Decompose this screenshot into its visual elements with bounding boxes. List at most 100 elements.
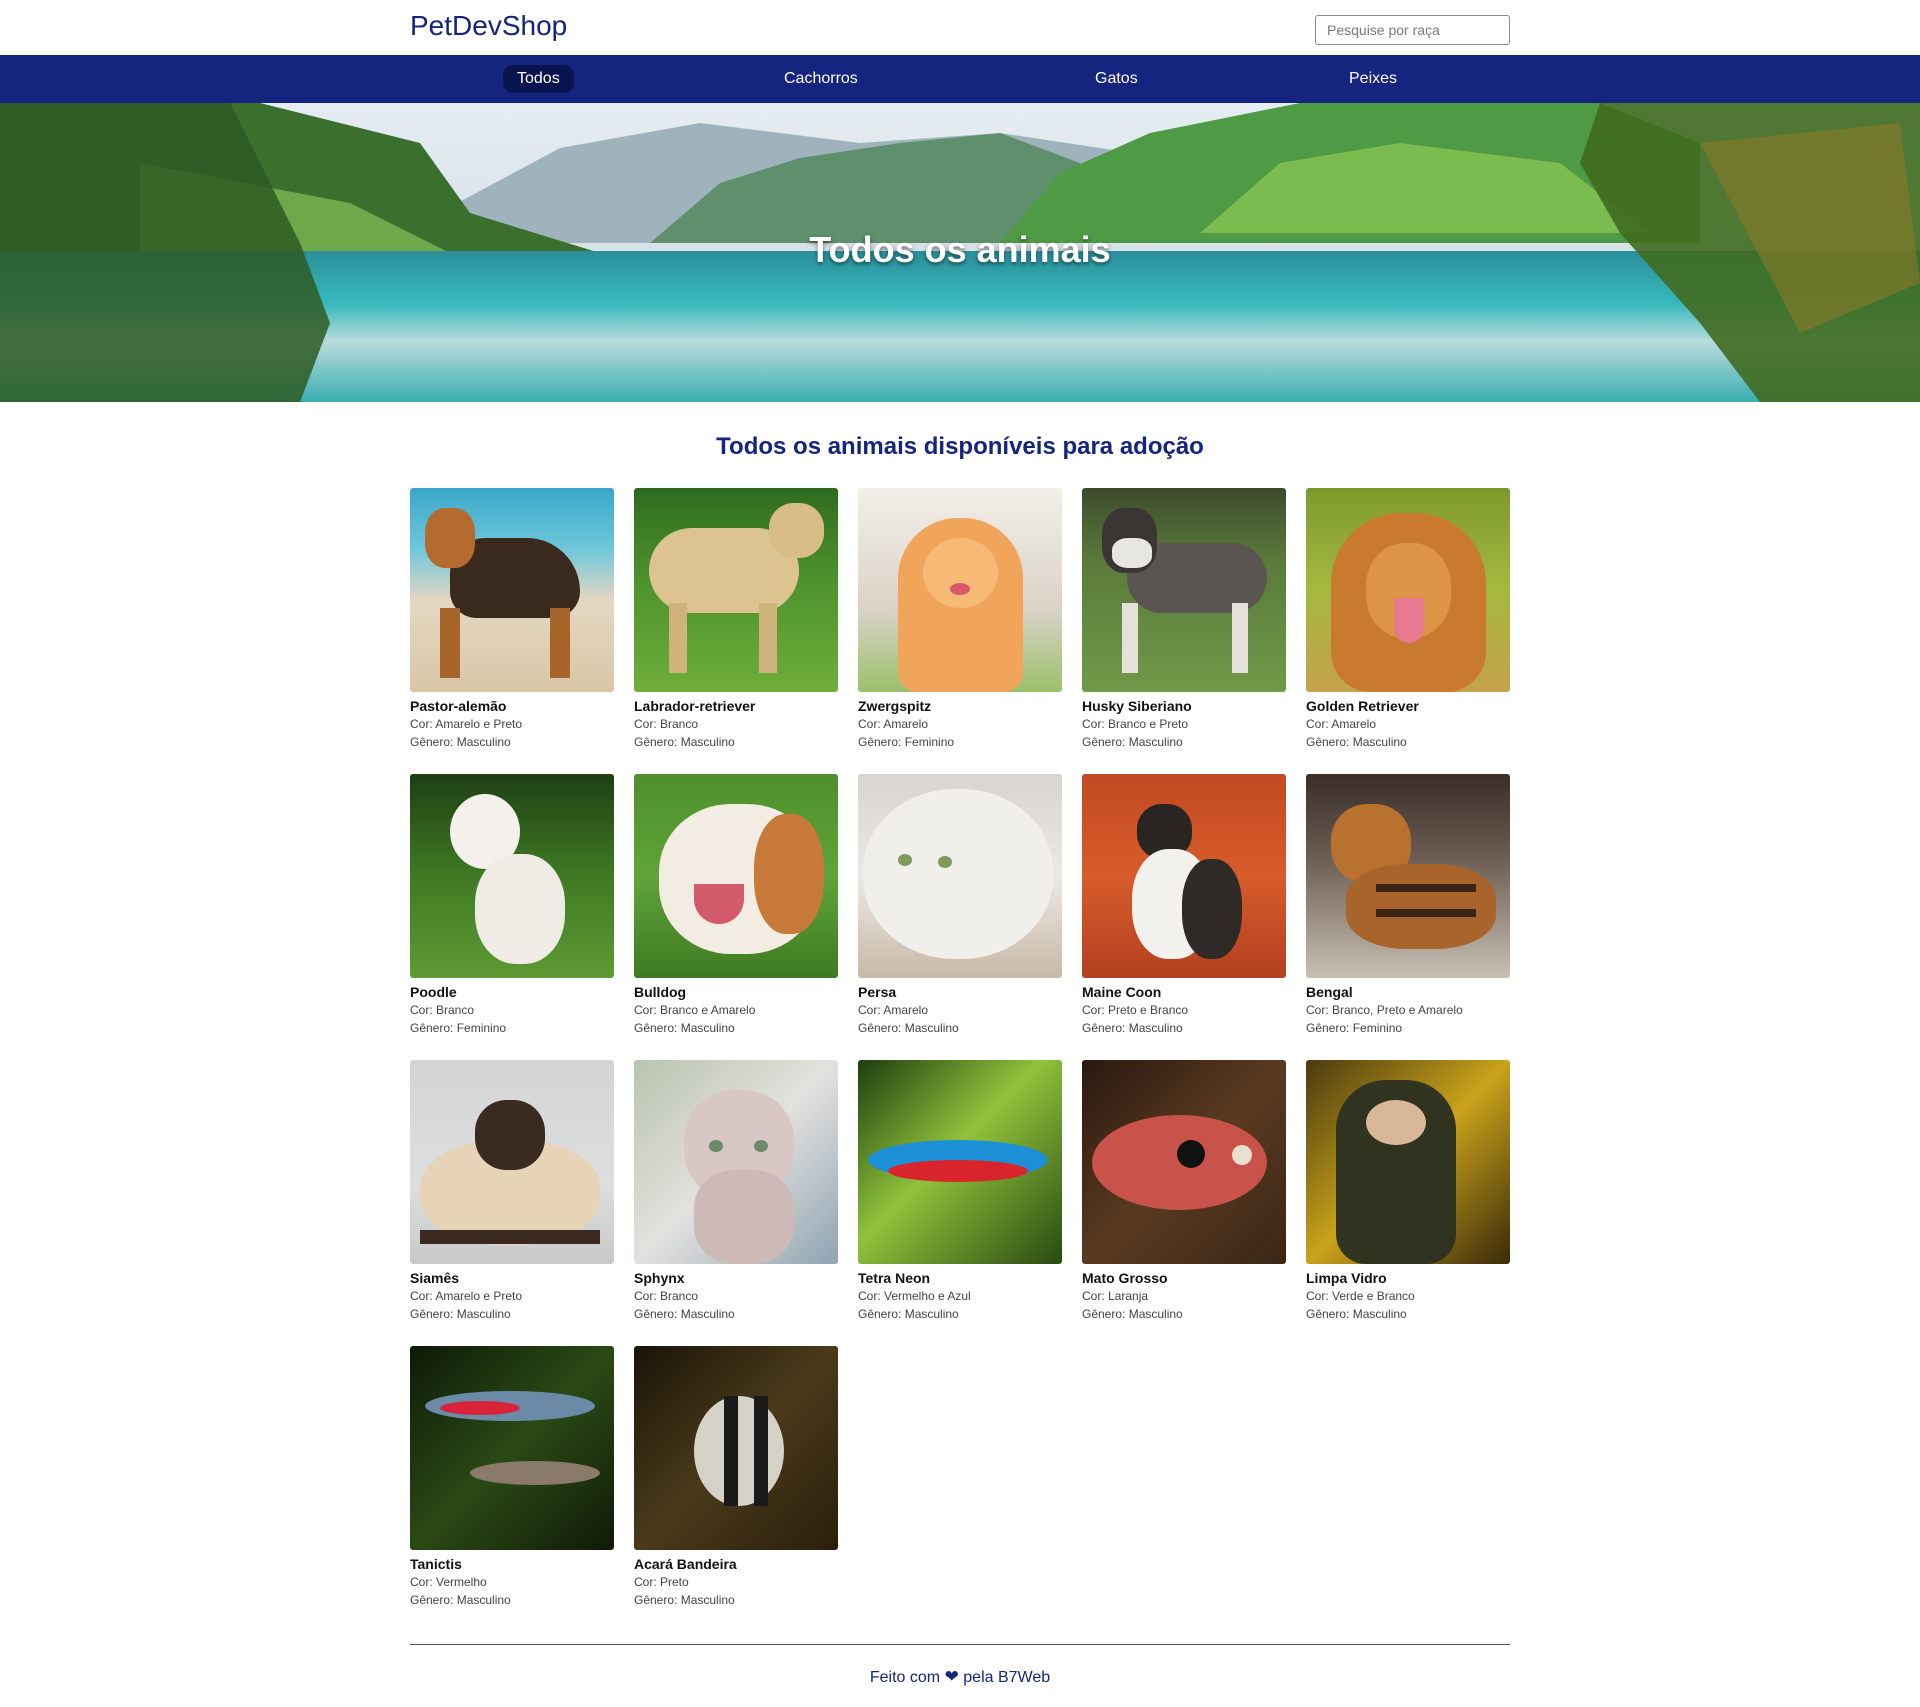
animal-card[interactable]: Poodle Cor: Branco Gênero: Feminino xyxy=(410,774,614,1040)
animal-name: Pastor-alemão xyxy=(410,698,507,714)
animal-card[interactable]: Acará Bandeira Cor: Preto Gênero: Mascul… xyxy=(634,1346,838,1612)
animal-photo xyxy=(1082,488,1286,692)
nav-item-cachorros[interactable]: Cachorros xyxy=(770,65,872,93)
animal-card[interactable]: Sphynx Cor: Branco Gênero: Masculino xyxy=(634,1060,838,1326)
banner-title: Todos os animais xyxy=(809,229,1111,270)
animal-gender: Gênero: Masculino xyxy=(410,735,511,749)
footer-text-after: pela B7Web xyxy=(963,1669,1051,1686)
animal-name: Limpa Vidro xyxy=(1306,1270,1387,1286)
animal-color: Cor: Amarelo xyxy=(1306,717,1377,731)
animal-photo xyxy=(1306,1060,1510,1264)
animal-color: Cor: Branco xyxy=(634,717,699,731)
animal-card[interactable]: Bulldog Cor: Branco e Amarelo Gênero: Ma… xyxy=(634,774,838,1040)
animal-card[interactable]: Golden Retriever Cor: Amarelo Gênero: Ma… xyxy=(1306,488,1510,754)
animal-gender: Gênero: Masculino xyxy=(1082,1021,1183,1035)
animal-color: Cor: Branco e Preto xyxy=(1082,717,1189,731)
animal-photo xyxy=(410,1060,614,1264)
animal-name: Husky Siberiano xyxy=(1082,698,1192,714)
animal-photo xyxy=(858,1060,1062,1264)
animal-photo xyxy=(1082,774,1286,978)
footer-text-before: Feito com xyxy=(869,1669,941,1686)
animal-name: Tetra Neon xyxy=(858,1270,931,1286)
animal-gender: Gênero: Masculino xyxy=(1306,735,1407,749)
animal-name: Sphynx xyxy=(634,1270,685,1286)
site-header: PetDevShop xyxy=(0,0,1920,55)
animal-color: Cor: Branco e Amarelo xyxy=(634,1003,756,1017)
animal-color: Cor: Verde e Branco xyxy=(1306,1289,1415,1303)
animal-card[interactable]: Limpa Vidro Cor: Verde e Branco Gênero: … xyxy=(1306,1060,1510,1326)
animal-name: Maine Coon xyxy=(1082,984,1162,1000)
animal-gender: Gênero: Feminino xyxy=(410,1021,507,1035)
animal-card[interactable]: Siamês Cor: Amarelo e Preto Gênero: Masc… xyxy=(410,1060,614,1326)
animal-photo xyxy=(410,774,614,978)
hero-banner: Todos os animais xyxy=(0,103,1920,402)
animal-name: Persa xyxy=(858,984,897,1000)
animal-gender: Gênero: Masculino xyxy=(1082,1307,1183,1321)
animal-photo xyxy=(634,774,838,978)
animal-gender: Gênero: Masculino xyxy=(1082,735,1183,749)
animal-gender: Gênero: Masculino xyxy=(858,1021,959,1035)
animal-color: Cor: Amarelo xyxy=(858,717,929,731)
site-footer: Feito com ❤ pela B7Web xyxy=(410,1644,1510,1707)
animal-name: Acará Bandeira xyxy=(634,1556,737,1572)
nav-item-gatos[interactable]: Gatos xyxy=(1081,65,1152,93)
animal-gender: Gênero: Masculino xyxy=(1306,1307,1407,1321)
animal-gender: Gênero: Masculino xyxy=(634,1021,735,1035)
animal-name: Poodle xyxy=(410,984,457,1000)
animal-photo xyxy=(410,1346,614,1550)
animal-card[interactable]: Pastor-alemão Cor: Amarelo e Preto Gêner… xyxy=(410,488,614,754)
animal-card[interactable]: Husky Siberiano Cor: Branco e Preto Gêne… xyxy=(1082,488,1286,754)
animal-photo xyxy=(858,774,1062,978)
animal-card[interactable]: Labrador-retriever Cor: Branco Gênero: M… xyxy=(634,488,838,754)
animal-gender: Gênero: Masculino xyxy=(634,735,735,749)
animal-color: Cor: Amarelo e Preto xyxy=(410,1289,523,1303)
nav-item-todos[interactable]: Todos xyxy=(503,65,574,93)
animal-gender: Gênero: Masculino xyxy=(634,1307,735,1321)
animal-name: Golden Retriever xyxy=(1306,698,1419,714)
animal-color: Cor: Branco, Preto e Amarelo xyxy=(1306,1003,1463,1017)
animal-color: Cor: Vermelho xyxy=(410,1575,487,1589)
animal-color: Cor: Branco xyxy=(634,1289,699,1303)
animal-card[interactable]: Persa Cor: Amarelo Gênero: Masculino xyxy=(858,774,1062,1040)
animal-name: Zwergspitz xyxy=(858,698,932,714)
animal-card[interactable]: Bengal Cor: Branco, Preto e Amarelo Gêne… xyxy=(1306,774,1510,1040)
animal-card[interactable]: Zwergspitz Cor: Amarelo Gênero: Feminino xyxy=(858,488,1062,754)
section-title: Todos os animais disponíveis para adoção xyxy=(716,433,1204,460)
animal-gender: Gênero: Feminino xyxy=(858,735,955,749)
animal-gender: Gênero: Masculino xyxy=(634,1593,735,1607)
animal-photo xyxy=(634,1060,838,1264)
animal-color: Cor: Branco xyxy=(410,1003,475,1017)
animal-photo xyxy=(858,488,1062,692)
nav-item-peixes[interactable]: Peixes xyxy=(1335,65,1411,93)
animal-name: Labrador-retriever xyxy=(634,698,756,714)
animal-photo xyxy=(634,488,838,692)
animal-color: Cor: Preto xyxy=(634,1575,689,1589)
main-nav: Todos Cachorros Gatos Peixes xyxy=(0,55,1920,103)
heart-icon: ❤ xyxy=(944,1667,959,1686)
animal-gender: Gênero: Masculino xyxy=(410,1593,511,1607)
animal-photo xyxy=(1082,1060,1286,1264)
animal-name: Bulldog xyxy=(634,984,687,1000)
animal-card[interactable]: Mato Grosso Cor: Laranja Gênero: Masculi… xyxy=(1082,1060,1286,1326)
animal-color: Cor: Vermelho e Azul xyxy=(858,1289,971,1303)
animal-color: Cor: Preto e Branco xyxy=(1082,1003,1189,1017)
animal-color: Cor: Laranja xyxy=(1082,1289,1149,1303)
animal-gender: Gênero: Masculino xyxy=(410,1307,511,1321)
animal-grid: Pastor-alemão Cor: Amarelo e Preto Gêner… xyxy=(410,488,1510,1612)
animal-name: Siamês xyxy=(410,1270,460,1286)
animal-color: Cor: Amarelo xyxy=(858,1003,929,1017)
animal-card[interactable]: Tetra Neon Cor: Vermelho e Azul Gênero: … xyxy=(858,1060,1062,1326)
animal-color: Cor: Amarelo e Preto xyxy=(410,717,523,731)
animal-photo xyxy=(1306,488,1510,692)
site-logo[interactable]: PetDevShop xyxy=(410,10,567,42)
animal-gender: Gênero: Masculino xyxy=(858,1307,959,1321)
footer-text: Feito com ❤ pela B7Web xyxy=(410,1645,1510,1687)
animal-name: Bengal xyxy=(1306,984,1353,1000)
animal-photo xyxy=(410,488,614,692)
animal-photo xyxy=(1306,774,1510,978)
animal-card[interactable]: Tanictis Cor: Vermelho Gênero: Masculino xyxy=(410,1346,614,1612)
animal-name: Tanictis xyxy=(410,1556,462,1572)
search-input[interactable] xyxy=(1315,14,1510,45)
animal-card[interactable]: Maine Coon Cor: Preto e Branco Gênero: M… xyxy=(1082,774,1286,1040)
animal-gender: Gênero: Feminino xyxy=(1306,1021,1403,1035)
